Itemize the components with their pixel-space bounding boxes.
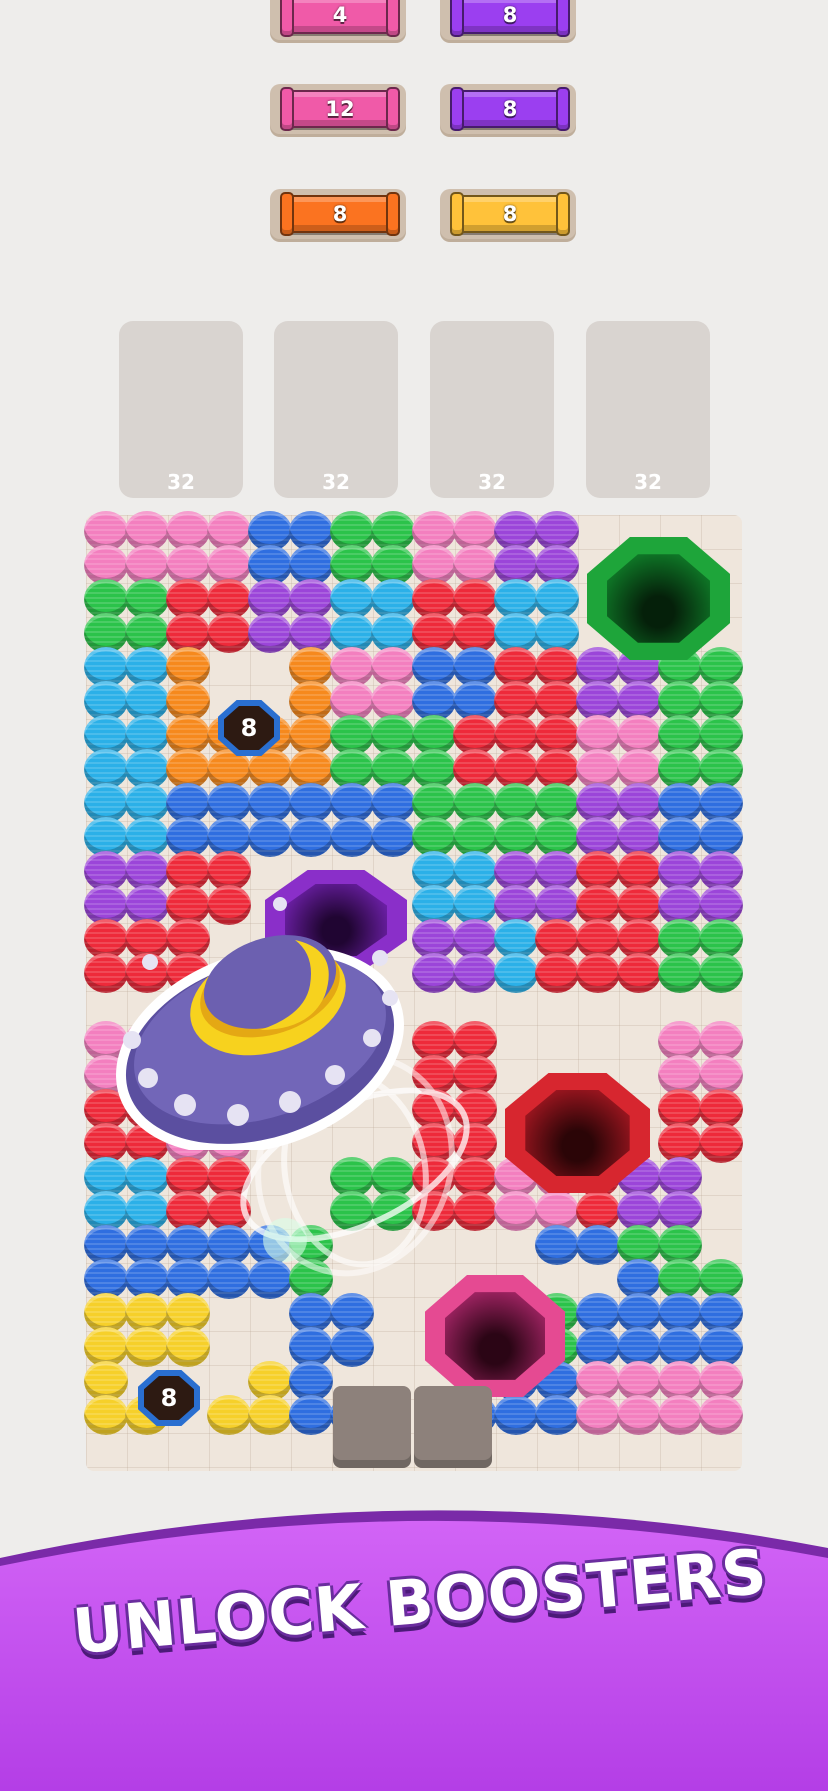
queue-capacity: 32 (634, 470, 662, 494)
spool-3: 12 (280, 87, 400, 131)
yarn-ball[interactable] (207, 1395, 251, 1435)
queue-capacity: 32 (167, 470, 195, 494)
yarn-ball[interactable] (576, 1395, 620, 1435)
stone-block-1 (333, 1386, 411, 1468)
spool-2: 8 (450, 0, 570, 37)
green-hole-inner (607, 554, 710, 643)
yarn-ball[interactable] (248, 613, 292, 653)
yarn-ball[interactable] (453, 953, 497, 993)
ufo-icon[interactable] (110, 890, 420, 1150)
yarn-ball[interactable] (658, 1395, 702, 1435)
yarn-ball[interactable] (617, 953, 661, 993)
stone-block-2 (414, 1386, 492, 1468)
queue-slot-1[interactable]: 32 (119, 321, 243, 498)
target-slot-6: 8 (440, 189, 576, 239)
target-slot-5: 8 (270, 189, 406, 239)
yarn-ball[interactable] (535, 953, 579, 993)
locked-counter-2: 8 (138, 1370, 200, 1426)
locked-counter-1: 8 (218, 700, 280, 756)
yarn-ball[interactable] (289, 1395, 333, 1435)
yarn-ball[interactable] (125, 1327, 169, 1367)
yarn-ball[interactable] (289, 817, 333, 857)
spool-5: 8 (280, 192, 400, 236)
queue-capacity: 32 (322, 470, 350, 494)
yarn-ball[interactable] (699, 953, 743, 993)
target-slot-1: 4 (270, 0, 406, 40)
yarn-ball[interactable] (658, 953, 702, 993)
red-hole-inner (525, 1089, 630, 1177)
yarn-ball[interactable] (84, 1395, 128, 1435)
yarn-ball[interactable] (699, 1395, 743, 1435)
yarn-ball[interactable] (535, 1395, 579, 1435)
yarn-ball[interactable] (330, 1327, 374, 1367)
yarn-ball[interactable] (248, 1395, 292, 1435)
yarn-ball[interactable] (207, 613, 251, 653)
lock-count: 8 (224, 706, 274, 750)
yarn-ball[interactable] (371, 817, 415, 857)
spool-1: 4 (280, 0, 400, 37)
queue-slot-3[interactable]: 32 (430, 321, 554, 498)
target-slot-3: 12 (270, 84, 406, 134)
queue-capacity: 32 (478, 470, 506, 494)
yarn-ball[interactable] (576, 953, 620, 993)
yarn-ball[interactable] (494, 953, 538, 993)
yarn-ball[interactable] (166, 1327, 210, 1367)
yarn-ball[interactable] (617, 1395, 661, 1435)
target-slot-2: 8 (440, 0, 576, 40)
spool-6: 8 (450, 192, 570, 236)
yarn-ball[interactable] (494, 1191, 538, 1231)
spool-4: 8 (450, 87, 570, 131)
target-slot-4: 8 (440, 84, 576, 134)
yarn-ball[interactable] (248, 817, 292, 857)
yarn-ball[interactable] (494, 1395, 538, 1435)
yarn-ball[interactable] (535, 1225, 579, 1265)
green-hole[interactable] (587, 537, 730, 660)
red-hole[interactable] (505, 1073, 650, 1193)
queue-slot-2[interactable]: 32 (274, 321, 398, 498)
yarn-ball[interactable] (699, 1123, 743, 1163)
pink-hole-inner (444, 1292, 546, 1380)
lock-count: 8 (144, 1376, 194, 1420)
queue-slot-4[interactable]: 32 (586, 321, 710, 498)
yarn-ball[interactable] (330, 817, 374, 857)
yarn-ball[interactable] (576, 1225, 620, 1265)
